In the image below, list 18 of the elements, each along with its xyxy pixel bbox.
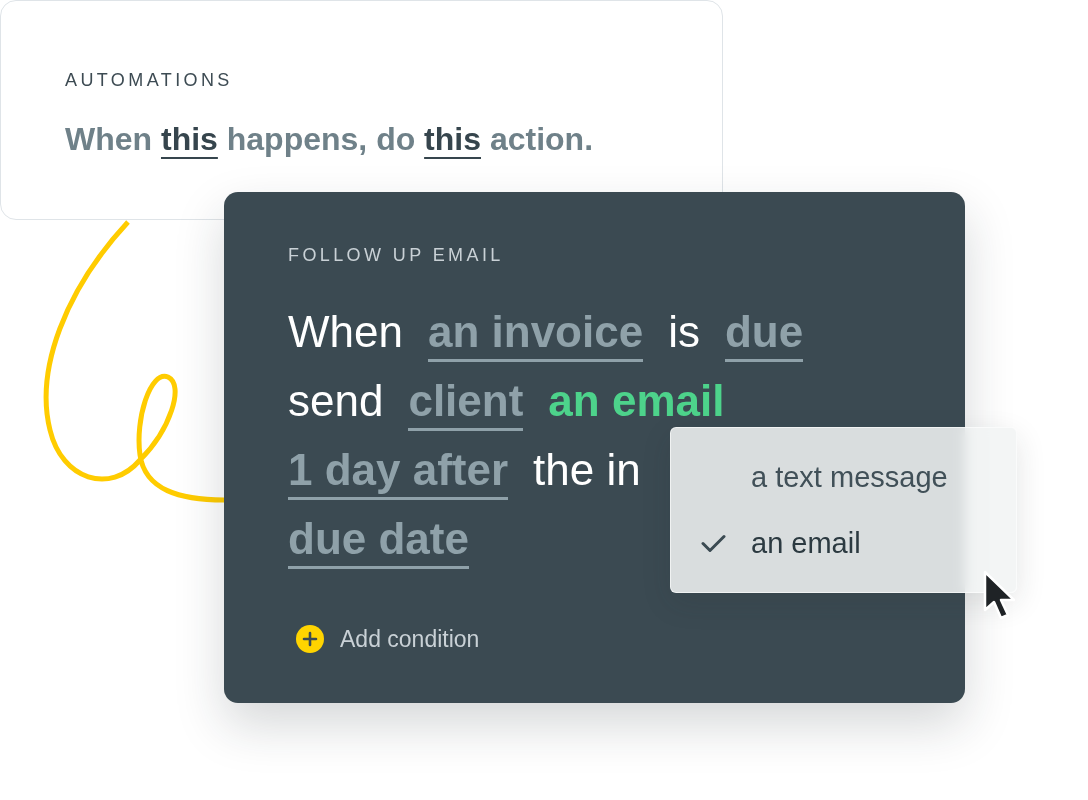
sentence-text: When xyxy=(288,306,403,358)
sentence-text: is xyxy=(668,306,700,358)
sentence-text: send xyxy=(288,375,384,427)
choice-link[interactable]: 1 day after xyxy=(288,443,509,500)
plus-circle-icon xyxy=(296,625,324,653)
sentence-text: the in xyxy=(533,444,641,496)
rule-title: FOLLOW UP EMAIL xyxy=(288,244,504,267)
choice-link[interactable]: client xyxy=(408,374,524,431)
section-label: AUTOMATIONS xyxy=(65,69,233,92)
headline: When this happens, do this action. xyxy=(65,120,593,159)
choice-link[interactable]: due date xyxy=(288,512,469,569)
check-icon xyxy=(701,533,726,553)
choice-link[interactable]: an invoice xyxy=(427,305,644,362)
choice-link[interactable]: due xyxy=(724,305,804,362)
dropdown-option[interactable]: a text message xyxy=(671,444,1016,510)
selected-choice-link[interactable]: an email xyxy=(548,374,725,431)
add-condition-button[interactable]: Add condition xyxy=(288,625,480,653)
dropdown-option[interactable]: an email xyxy=(671,510,1016,576)
